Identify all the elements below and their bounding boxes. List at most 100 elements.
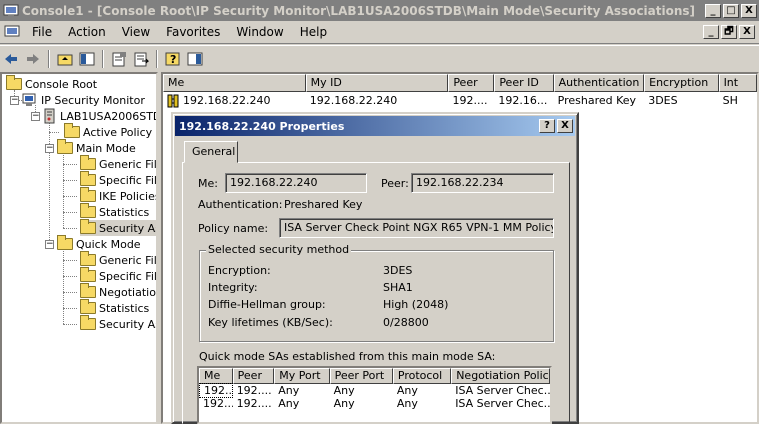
show-hide-tree-button[interactable] xyxy=(76,49,98,69)
folder-icon xyxy=(80,283,96,298)
cell-peer-port: Any xyxy=(333,384,355,397)
properties-button[interactable] xyxy=(108,49,130,69)
folder-icon xyxy=(80,251,96,266)
tree-item-label: Statistics xyxy=(99,205,150,219)
minimize-button[interactable]: _ xyxy=(705,3,721,18)
collapse-icon[interactable]: − xyxy=(45,239,54,249)
tree-item-main-mode[interactable]: − Main Mode xyxy=(45,139,136,156)
cell-protocol: Any xyxy=(396,384,418,397)
cell-my-port: Any xyxy=(278,397,300,410)
tree-item-label: Security As xyxy=(99,221,158,235)
up-one-level-button[interactable] xyxy=(54,49,76,69)
column-header-peer[interactable]: Peer xyxy=(448,74,495,92)
policy-name-field: ISA Server Check Point NGX R65 VPN-1 MM … xyxy=(279,218,554,238)
menu-action[interactable]: Action xyxy=(60,25,114,39)
tab-general[interactable]: General xyxy=(184,141,238,163)
export-list-icon xyxy=(134,52,149,66)
console-window-icon[interactable] xyxy=(4,24,20,40)
folder-icon xyxy=(80,299,96,314)
properties-icon xyxy=(112,51,126,66)
column-header-my-id[interactable]: My ID xyxy=(305,74,449,92)
help-button[interactable]: ? xyxy=(162,49,184,69)
diffie-hellman-label: Diffie-Hellman group: xyxy=(208,298,326,311)
collapse-icon[interactable]: − xyxy=(10,95,19,105)
back-button[interactable] xyxy=(0,49,22,69)
cell-protocol: Any xyxy=(396,397,418,410)
tree-item-qm-generic-filters[interactable]: Generic Filt xyxy=(80,251,156,268)
tree-item-label: IP Security Monitor xyxy=(41,93,145,107)
me-field: 192.168.22.240 xyxy=(225,173,367,193)
menu-window[interactable]: Window xyxy=(228,25,291,39)
folder-icon xyxy=(80,155,96,170)
tree-item-mm-security-associations[interactable]: Security As xyxy=(80,219,158,236)
menu-view[interactable]: View xyxy=(114,25,158,39)
column-header-my-port[interactable]: My Port xyxy=(274,368,330,384)
ipsec-monitor-icon xyxy=(22,93,36,106)
tree-item-ike-policies[interactable]: IKE Policies xyxy=(80,187,158,204)
toolbar: ? xyxy=(0,45,759,71)
integrity-label: Integrity: xyxy=(208,281,258,294)
tree-item-label: Generic Filt xyxy=(99,157,158,171)
toolbar-separator xyxy=(102,49,104,68)
tree-item-mm-statistics[interactable]: Statistics xyxy=(80,203,150,220)
list-header: Me Peer My Port Peer Port Protocol Negot… xyxy=(199,368,550,384)
column-header-authentication[interactable]: Authentication xyxy=(553,74,645,92)
column-header-encryption[interactable]: Encryption xyxy=(644,74,719,92)
folder-icon xyxy=(80,267,96,282)
tree-item-qm-security-associations[interactable]: Security As xyxy=(80,315,156,332)
cell-me: 192.168.22.240 xyxy=(183,94,271,107)
column-header-peer-id[interactable]: Peer ID xyxy=(494,74,554,92)
column-header-peer[interactable]: Peer xyxy=(232,368,275,384)
tree-item-qm-statistics[interactable]: Statistics xyxy=(80,299,149,316)
table-row[interactable]: 192.... 192.... Any Any Any ISA Server C… xyxy=(199,383,550,398)
mdi-restore-button[interactable]: 🗗 xyxy=(721,25,737,39)
mdi-close-button[interactable]: X xyxy=(739,25,755,39)
table-row[interactable]: 192.168.22.240 192.168.22.240 192.... 19… xyxy=(163,92,757,109)
tree-item-server[interactable]: − LAB1USA2006STDB xyxy=(31,108,156,124)
dialog-help-button[interactable]: ? xyxy=(539,119,555,133)
console-tree[interactable]: Console Root − IP Security Monitor − LAB… xyxy=(0,72,158,424)
column-header-me[interactable]: Me xyxy=(199,368,233,384)
tree-item-active-policy[interactable]: Active Policy xyxy=(64,123,152,140)
tree-item-ip-security-monitor[interactable]: − IP Security Monitor xyxy=(10,92,145,108)
forward-arrow-icon xyxy=(27,53,39,64)
folder-icon xyxy=(80,203,96,218)
menu-favorites[interactable]: Favorites xyxy=(158,25,228,39)
show-hide-action-pane-button[interactable] xyxy=(184,49,206,69)
group-title: Selected security method xyxy=(206,243,352,256)
menu-help[interactable]: Help xyxy=(292,25,335,39)
column-header-negotiation-policy[interactable]: Negotiation Policy xyxy=(451,368,550,384)
collapse-icon[interactable]: − xyxy=(31,111,40,121)
tree-item-console-root[interactable]: Console Root xyxy=(6,75,97,92)
folder-up-icon xyxy=(57,54,73,65)
forward-button[interactable] xyxy=(22,49,44,69)
back-arrow-icon xyxy=(5,53,17,64)
cell-my-port: Any xyxy=(278,384,300,397)
tree-item-mm-specific-filters[interactable]: Specific Filt xyxy=(80,171,156,188)
tree-item-label: IKE Policies xyxy=(99,189,158,203)
folder-open-icon xyxy=(57,139,73,154)
column-header-integrity[interactable]: Int xyxy=(718,74,757,92)
key-lifetimes-label: Key lifetimes (KB/Sec): xyxy=(208,316,333,329)
window-title: Console1 - [Console Root\IP Security Mon… xyxy=(22,3,696,18)
mdi-minimize-button[interactable]: _ xyxy=(703,25,719,39)
quick-mode-sa-list[interactable]: Me Peer My Port Peer Port Protocol Negot… xyxy=(197,366,552,424)
table-row[interactable]: 192.... 192.... Any Any Any ISA Server C… xyxy=(199,397,550,410)
menu-file[interactable]: File xyxy=(24,25,60,39)
cell-peer: 192.... xyxy=(236,397,272,410)
collapse-icon[interactable]: − xyxy=(45,143,54,153)
cell-my-id: 192.168.22.240 xyxy=(309,94,398,107)
tree-item-qm-negotiation-policies[interactable]: Negotiatio xyxy=(80,283,156,300)
maximize-button[interactable]: □ xyxy=(723,3,739,18)
tree-item-mm-generic-filters[interactable]: Generic Filt xyxy=(80,155,158,172)
close-button[interactable]: X xyxy=(741,3,757,18)
encryption-value: 3DES xyxy=(383,264,413,277)
export-list-button[interactable] xyxy=(130,49,152,69)
column-header-peer-port[interactable]: Peer Port xyxy=(329,368,393,384)
dialog-close-button[interactable]: X xyxy=(557,119,573,133)
column-header-me[interactable]: Me xyxy=(163,74,306,92)
tree-item-qm-specific-filters[interactable]: Specific Filt xyxy=(80,267,156,284)
column-header-protocol[interactable]: Protocol xyxy=(392,368,452,384)
peer-field: 192.168.22.234 xyxy=(411,173,554,193)
tree-item-quick-mode[interactable]: − Quick Mode xyxy=(45,235,141,252)
